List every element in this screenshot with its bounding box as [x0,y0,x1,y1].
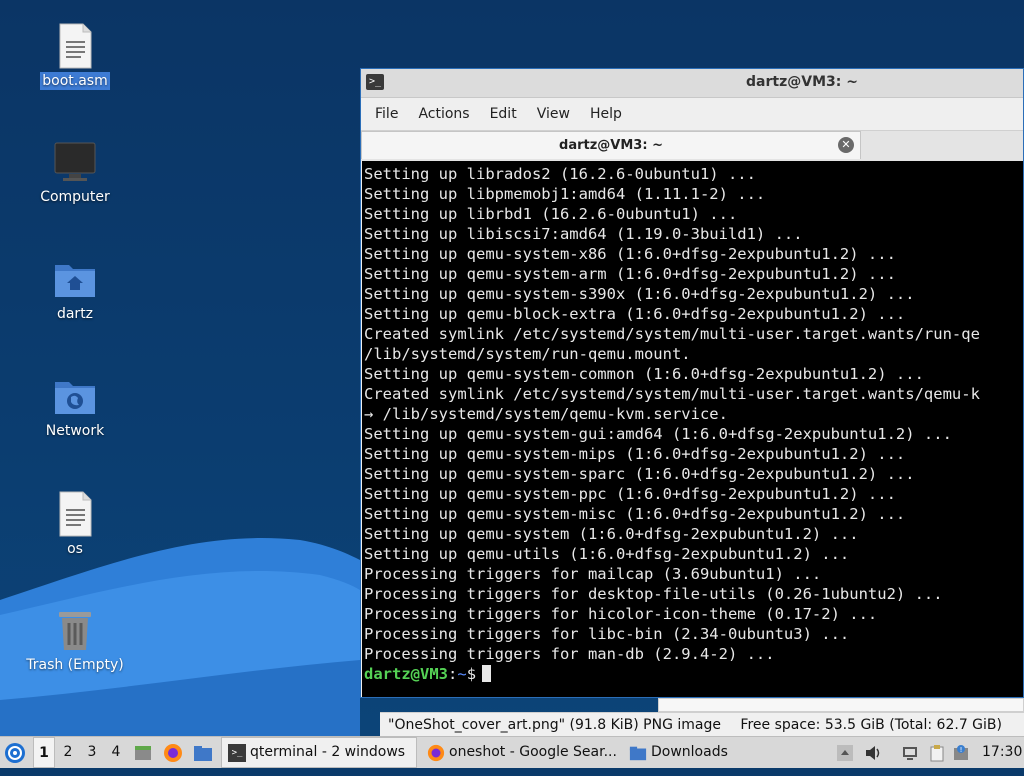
status-free-space: Free space: 53.5 GiB (Total: 62.7 GiB) [740,717,1002,733]
terminal-window[interactable]: >_ dartz@VM3: ~ File Actions Edit View H… [360,68,1024,698]
desktop-icon-network[interactable]: Network [20,372,130,440]
terminal-line: Setting up qemu-system-mips (1:6.0+dfsg-… [364,445,906,463]
menu-actions[interactable]: Actions [408,98,479,130]
desktop-icon-label: Trash (Empty) [26,657,124,673]
terminal-icon: >_ [228,743,246,762]
text-cursor [482,665,492,682]
terminal-line: Processing triggers for libc-bin (2.34-0… [364,625,850,643]
terminal-line: Processing triggers for mailcap (3.69ubu… [364,565,822,583]
terminal-line: Setting up librados2 (16.2.6-0ubuntu1) .… [364,165,756,183]
desktop-icon-label: Computer [40,189,110,205]
file-manager-window-edge [658,698,1024,712]
workspace-1[interactable]: 1 [33,737,55,768]
terminal-line: Processing triggers for desktop-file-uti… [364,585,943,603]
firefox-icon [427,744,445,761]
terminal-prompt-line: dartz@VM3:~$ [364,664,1023,684]
taskbar: 1 2 3 4 >_ qterminal - 2 windows oneshot… [0,736,1024,768]
desktop-icon-dartz[interactable]: dartz [20,255,130,323]
task-qterminal[interactable]: >_ qterminal - 2 windows [221,737,417,768]
terminal-line: Setting up qemu-utils (1:6.0+dfsg-2expub… [364,545,850,563]
terminal-line: Setting up qemu-system-x86 (1:6.0+dfsg-2… [364,245,896,263]
svg-text:!: ! [960,746,963,754]
terminal-line: Setting up libiscsi7:amd64 (1.19.0-3buil… [364,225,803,243]
tab-title: dartz@VM3: ~ [559,138,663,153]
terminal-line: Setting up qemu-system-common (1:6.0+dfs… [364,365,924,383]
file-manager-launcher-icon[interactable] [193,737,215,768]
terminal-lines: Setting up librados2 (16.2.6-0ubuntu1) .… [364,164,1023,664]
terminal-line: Created symlink /etc/systemd/system/mult… [364,385,980,403]
status-selection: "OneShot_cover_art.png" (91.8 KiB) PNG i… [388,717,721,733]
terminal-line: Processing triggers for man-db (2.9.4-2)… [364,645,775,663]
task-label: oneshot - Google Sear... [449,744,617,760]
close-icon[interactable]: ✕ [838,137,854,153]
terminal-tab[interactable]: dartz@VM3: ~ ✕ [361,131,861,159]
menu-view[interactable]: View [527,98,580,130]
tab-bar: dartz@VM3: ~ ✕ [361,130,1023,161]
text-file-icon [51,22,99,70]
monitor-icon [51,138,99,186]
terminal-line: Setting up qemu-system-gui:amd64 (1:6.0+… [364,425,952,443]
desktop-icon-os[interactable]: os [20,490,130,558]
update-notifier-icon[interactable]: ! [952,744,970,762]
start-menu-button[interactable] [4,737,28,768]
volume-icon[interactable] [864,744,882,762]
desktop-icon-trash[interactable]: Trash (Empty) [20,606,130,674]
menu-edit[interactable]: Edit [480,98,527,130]
terminal-output[interactable]: Setting up librados2 (16.2.6-0ubuntu1) .… [362,161,1023,697]
text-file-icon [51,490,99,538]
firefox-launcher-icon[interactable] [163,737,185,768]
workspace-3[interactable]: 3 [81,737,103,768]
task-label: qterminal - 2 windows [250,744,406,760]
prompt-user-host: dartz@VM3 [364,665,448,683]
window-titlebar[interactable]: >_ dartz@VM3: ~ [361,69,1023,98]
terminal-line: → /lib/systemd/system/qemu-kvm.service. [364,405,728,423]
desktop-icon-boot-asm[interactable]: boot.asm [20,22,130,90]
task-downloads[interactable]: Downloads [623,737,773,768]
desktop-icon-label: dartz [56,306,94,322]
clipboard-icon[interactable] [928,744,946,762]
terminal-line: Setting up libpmemobj1:amd64 (1.11.1-2) … [364,185,766,203]
menu-file[interactable]: File [365,98,408,130]
trash-icon [51,606,99,654]
task-firefox[interactable]: oneshot - Google Sear... [421,737,621,768]
terminal-line: Created symlink /etc/systemd/system/mult… [364,325,980,343]
window-title: dartz@VM3: ~ [746,74,858,90]
terminal-line: Setting up qemu-system (1:6.0+dfsg-2expu… [364,525,859,543]
clock[interactable]: 17:30 [982,737,1022,768]
terminal-line: Setting up qemu-system-misc (1:6.0+dfsg-… [364,505,906,523]
menu-help[interactable]: Help [580,98,632,130]
terminal-line: Setting up qemu-block-extra (1:6.0+dfsg-… [364,305,906,323]
lubuntu-logo-icon [5,743,25,763]
terminal-line: Processing triggers for hicolor-icon-the… [364,605,878,623]
file-manager-status-bar: "OneShot_cover_art.png" (91.8 KiB) PNG i… [380,712,1024,736]
desktop-icon-label: Network [45,423,105,439]
menu-bar: File Actions Edit View Help [361,98,1023,130]
prompt-symbol: $ [466,665,477,683]
terminal-line: Setting up qemu-system-ppc (1:6.0+dfsg-2… [364,485,896,503]
desktop-icon-label: os [67,541,83,557]
workspace-2[interactable]: 2 [57,737,79,768]
workspace-4[interactable]: 4 [105,737,127,768]
folder-icon [629,746,647,760]
terminal-line: Setting up qemu-system-sparc (1:6.0+dfsg… [364,465,915,483]
scroll-arrow-icon[interactable] [836,744,854,762]
terminal-line: /lib/systemd/system/run-qemu.mount. [364,345,691,363]
task-label: Downloads [651,744,728,760]
home-folder-icon [51,255,99,303]
terminal-line: Setting up librbd1 (16.2.6-0ubuntu1) ... [364,205,738,223]
prompt-separator: : [448,665,458,683]
desktop[interactable]: boot.asm Computer dartz Network os Trash… [0,0,1024,736]
show-desktop-icon[interactable] [133,737,155,768]
network-folder-icon [51,372,99,420]
desktop-icon-label: boot.asm [40,72,110,90]
desktop-icon-computer[interactable]: Computer [20,138,130,206]
terminal-line: Setting up qemu-system-arm (1:6.0+dfsg-2… [364,265,896,283]
network-icon[interactable] [901,744,919,762]
prompt-directory: ~ [457,665,467,683]
terminal-line: Setting up qemu-system-s390x (1:6.0+dfsg… [364,285,915,303]
